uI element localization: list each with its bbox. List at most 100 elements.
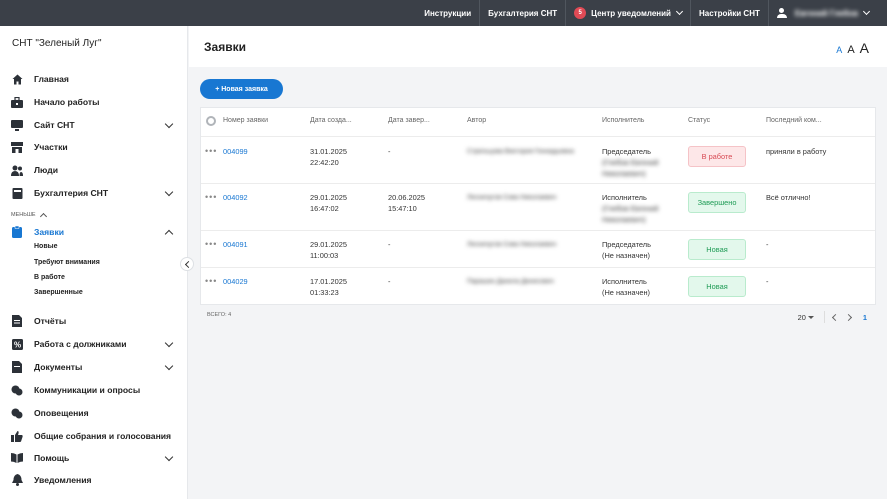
sidebar-item-home[interactable]: Главная	[0, 69, 188, 89]
home-icon	[11, 73, 23, 85]
column-header-created[interactable]: Дата созда...	[310, 117, 352, 124]
author-name: Парашин Данила Денисович	[467, 278, 554, 285]
next-page-icon[interactable]	[844, 313, 852, 321]
executor-role: Председатель	[602, 147, 651, 156]
sidebar-item-people[interactable]: Люди	[0, 160, 188, 180]
request-number[interactable]: 004029	[223, 276, 248, 287]
chevron-up-icon	[164, 229, 174, 238]
chat-icon	[11, 384, 23, 396]
sidebar-subitem-completed[interactable]: Завершенные	[34, 289, 83, 296]
accounting-label: Бухгалтерия СНТ	[488, 8, 558, 18]
created-time: 22:42:20	[310, 158, 339, 167]
settings-link[interactable]: Настройки СНТ	[689, 0, 768, 26]
request-number[interactable]: 004092	[223, 192, 248, 203]
sidebar-item-help[interactable]: Помощь	[0, 448, 188, 468]
request-number[interactable]: 004099	[223, 146, 248, 157]
notifications-menu[interactable]: 5 Центр уведомлений	[565, 0, 690, 26]
user-menu[interactable]: Евгений Глебов	[767, 0, 887, 26]
notifications-label: Центр уведомлений	[591, 8, 671, 18]
sidebar-item-site[interactable]: Сайт СНТ	[0, 115, 188, 135]
sidebar-item-documents[interactable]: Документы	[0, 357, 188, 377]
thumbs-up-icon	[11, 430, 23, 442]
closed-time: 15:47:10	[388, 204, 417, 213]
sidebar-item-meetings[interactable]: Общие собрания и голосования	[0, 426, 188, 446]
sidebar-item-alerts[interactable]: Оповещения	[0, 403, 188, 423]
sidebar-item-start[interactable]: Начало работы	[0, 92, 188, 112]
created-time: 01:33:23	[310, 288, 339, 297]
people-icon	[11, 164, 23, 176]
row-menu-icon[interactable]: •••	[205, 276, 217, 286]
created-time: 16:47:02	[310, 204, 339, 213]
request-number[interactable]: 004091	[223, 239, 248, 250]
sidebar-item-label: Оповещения	[34, 408, 89, 418]
executor-role: Председатель	[602, 240, 651, 249]
sidebar-item-label: Заявки	[34, 227, 65, 237]
collapse-less-toggle[interactable]: МЕНЬШЕ	[11, 211, 47, 221]
sidebar-item-label: Отчёты	[34, 316, 67, 326]
prev-page-icon[interactable]	[831, 313, 839, 321]
created-date: 29.01.2025	[310, 193, 347, 202]
start-icon	[11, 96, 23, 108]
chevron-down-icon	[862, 7, 871, 16]
closed-date: -	[388, 147, 391, 156]
user-name: Евгений Глебов	[794, 8, 858, 18]
top-bar: Инструкции Бухгалтерия СНТ 5 Центр уведо…	[0, 0, 887, 26]
sidebar-item-label: Участки	[34, 142, 68, 152]
caret-down-icon	[807, 315, 814, 319]
sidebar-collapse-button[interactable]	[180, 257, 194, 271]
sidebar-item-requests[interactable]: Заявки	[0, 222, 188, 242]
row-menu-icon[interactable]: •••	[205, 192, 217, 202]
sidebar: СНТ "Зеленый Луг" Главная Начало работы …	[0, 26, 188, 499]
sidebar-item-label: Начало работы	[34, 97, 100, 107]
page-number-button[interactable]: 1	[863, 313, 867, 322]
instructions-link[interactable]: Инструкции	[416, 0, 479, 26]
sidebar-item-accounting[interactable]: Бухгалтерия СНТ	[0, 183, 188, 203]
sidebar-item-debtors[interactable]: % Работа с должниками	[0, 334, 188, 354]
sidebar-item-label: Люди	[34, 165, 58, 175]
user-icon	[776, 8, 787, 18]
font-size-large-button[interactable]: A	[860, 40, 869, 56]
row-menu-icon[interactable]: •••	[205, 239, 217, 249]
divider	[201, 136, 875, 137]
new-request-button[interactable]: + Новая заявка	[200, 79, 283, 99]
sidebar-subitem-new[interactable]: Новые	[34, 243, 58, 250]
chevron-up-icon	[39, 212, 47, 221]
sidebar-item-notifications[interactable]: Уведомления	[0, 470, 188, 490]
sidebar-subitem-in-work[interactable]: В работе	[34, 274, 65, 281]
column-header-number[interactable]: Номер заявки	[223, 117, 268, 124]
executor-name: (Не назначен)	[602, 251, 650, 260]
last-comment: -	[766, 277, 769, 286]
chevron-down-icon	[164, 452, 174, 461]
sidebar-item-label: Документы	[34, 362, 83, 372]
chevron-down-icon	[164, 187, 174, 196]
sidebar-item-label: Общие собрания и голосования	[34, 431, 172, 441]
instructions-label: Инструкции	[424, 8, 472, 18]
accounting-icon	[11, 187, 23, 199]
executor-name: (Глебов Евгений	[602, 158, 659, 167]
sidebar-item-plots[interactable]: Участки	[0, 137, 188, 157]
page-size-value: 20	[797, 312, 806, 322]
closed-date: 20.06.2025	[388, 193, 425, 202]
status-badge: Новая	[688, 276, 746, 297]
font-size-medium-button[interactable]: A	[847, 44, 854, 56]
column-header-last-comment[interactable]: Последний ком...	[766, 117, 822, 124]
accounting-link[interactable]: Бухгалтерия СНТ	[479, 0, 565, 26]
page-header: Заявки A A A	[189, 26, 887, 67]
sidebar-item-reports[interactable]: Отчёты	[0, 311, 188, 331]
column-header-author[interactable]: Автор	[467, 117, 486, 124]
percent-icon: %	[11, 338, 23, 350]
sidebar-item-label: Главная	[34, 74, 69, 84]
gear-icon[interactable]	[206, 116, 216, 126]
sidebar-subitem-attention[interactable]: Требуют внимания	[34, 259, 100, 266]
sidebar-item-communications[interactable]: Коммуникации и опросы	[0, 380, 188, 400]
row-menu-icon[interactable]: •••	[205, 146, 217, 156]
status-badge: Завершено	[688, 192, 746, 213]
font-size-small-button[interactable]: A	[836, 45, 842, 55]
column-header-executor[interactable]: Исполнитель	[602, 117, 644, 124]
column-header-closed[interactable]: Дата завер...	[388, 117, 430, 124]
author-name: Лесничугов Сова Николаевич	[467, 241, 557, 248]
page-size-select[interactable]: 20	[798, 313, 814, 322]
column-header-status[interactable]: Статус	[688, 117, 710, 124]
status-badge: В работе	[688, 146, 746, 167]
font-size-switcher: A A A	[836, 40, 869, 56]
